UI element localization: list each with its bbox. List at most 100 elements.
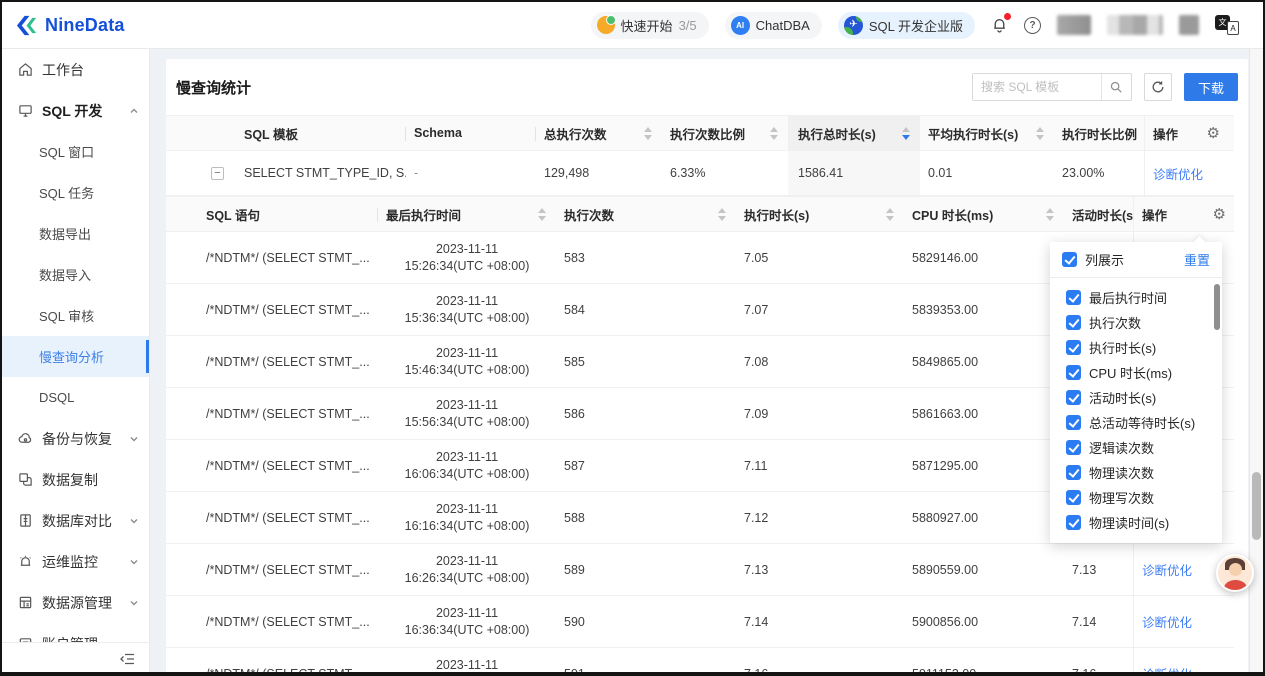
option-checkbox[interactable] <box>1066 390 1081 405</box>
gear-icon[interactable]: ⚙ <box>1207 126 1220 141</box>
sidebar-item-label: 工作台 <box>42 60 84 80</box>
popup-option[interactable]: 物理写次数 <box>1050 485 1222 510</box>
sort-icon[interactable] <box>718 208 726 221</box>
schema-value: - <box>406 151 536 195</box>
sort-icon[interactable] <box>886 208 894 221</box>
sidebar-group-backup-restore[interactable]: 备份与恢复 <box>2 418 149 459</box>
brand-logo[interactable]: NineData <box>16 14 125 37</box>
sidebar-item-slow-query-analysis[interactable]: 慢查询分析 <box>2 336 149 377</box>
col-execution-ratio[interactable]: 执行次数比例 <box>662 116 788 150</box>
collapse-row-button[interactable]: − <box>211 167 224 180</box>
col-avg-duration[interactable]: 平均执行时长(s) <box>920 116 1054 150</box>
col-schema: Schema <box>406 116 536 150</box>
sidebar-item-sql-review[interactable]: SQL 审核 <box>2 295 149 336</box>
search-icon[interactable] <box>1101 74 1131 100</box>
translate-icon[interactable]: 文 A <box>1215 15 1239 35</box>
sidebar-item-sql-task[interactable]: SQL 任务 <box>2 172 149 213</box>
search-input[interactable] <box>973 74 1101 100</box>
scrollbar-thumb[interactable] <box>1252 472 1261 540</box>
sort-icon[interactable] <box>1046 208 1054 221</box>
help-icon[interactable]: ? <box>1024 17 1041 34</box>
col-total-duration[interactable]: 执行总时长(s) <box>788 116 920 150</box>
sql-statement-text[interactable]: /*NDTM*/ (SELECT STMT_... <box>166 388 378 439</box>
sidebar: 工作台 SQL 开发 SQL 窗口 SQL 任务 数据导出 数据导入 SQL 审… <box>2 49 150 674</box>
quick-start-icon <box>597 16 615 34</box>
column-display-checkbox[interactable] <box>1062 252 1077 267</box>
option-checkbox[interactable] <box>1066 465 1081 480</box>
refresh-button[interactable] <box>1144 73 1172 101</box>
col-total-executions[interactable]: 总执行次数 <box>536 116 662 150</box>
collapse-sidebar-icon[interactable] <box>119 652 135 666</box>
cloud-icon <box>18 431 33 446</box>
option-checkbox[interactable] <box>1066 490 1081 505</box>
col-exec-duration[interactable]: 执行时长(s) <box>736 197 904 231</box>
edition-pill[interactable]: ✈ SQL 开发企业版 <box>838 12 975 39</box>
sort-icon[interactable] <box>770 127 778 140</box>
popup-option[interactable]: CPU 时长(ms) <box>1050 360 1222 385</box>
sidebar-item-dsql[interactable]: DSQL <box>2 377 149 418</box>
option-checkbox[interactable] <box>1066 315 1081 330</box>
option-checkbox[interactable] <box>1066 290 1081 305</box>
sidebar-group-db-compare[interactable]: 数据库对比 <box>2 500 149 541</box>
popup-option[interactable]: 物理读次数 <box>1050 460 1222 485</box>
sort-icon[interactable] <box>538 208 546 221</box>
popup-option[interactable]: 总活动等待时长(s) <box>1050 410 1222 435</box>
sidebar-group-datasource[interactable]: 数据源管理 <box>2 582 149 623</box>
popup-option[interactable]: 物理读时间(s) <box>1050 510 1222 535</box>
chevron-down-icon <box>129 516 139 526</box>
diagnose-optimize-link[interactable]: 诊断优化 <box>1142 664 1192 674</box>
sql-statement-text[interactable]: /*NDTM*/ (SELECT STMT_... <box>166 596 378 647</box>
support-avatar[interactable] <box>1216 554 1254 592</box>
popup-option[interactable]: 最后执行时间 <box>1050 285 1222 310</box>
sql-statement-text[interactable]: /*NDTM*/ (SELECT STMT_... <box>166 544 378 595</box>
download-button[interactable]: 下载 <box>1184 73 1238 101</box>
diagnose-optimize-link[interactable]: 诊断优化 <box>1153 164 1203 183</box>
quick-start-pill[interactable]: 快速开始 3/5 <box>591 12 709 39</box>
sql-statement-text[interactable]: /*NDTM*/ (SELECT STMT_... <box>166 440 378 491</box>
datasource-icon <box>18 595 33 610</box>
option-checkbox[interactable] <box>1066 440 1081 455</box>
popup-option[interactable]: 执行次数 <box>1050 310 1222 335</box>
sql-template-text[interactable]: SELECT STMT_TYPE_ID, S... <box>236 151 406 195</box>
sidebar-item-workbench[interactable]: 工作台 <box>2 49 149 90</box>
sidebar-footer <box>2 642 149 674</box>
option-checkbox[interactable] <box>1066 365 1081 380</box>
sql-statement-text[interactable]: /*NDTM*/ (SELECT STMT_... <box>166 284 378 335</box>
sql-statement-text[interactable]: /*NDTM*/ (SELECT STMT_... <box>166 336 378 387</box>
diagnose-optimize-link[interactable]: 诊断优化 <box>1142 560 1192 579</box>
sql-statement-text[interactable]: /*NDTM*/ (SELECT STMT_... <box>166 648 378 674</box>
sql-statement-text[interactable]: /*NDTM*/ (SELECT STMT_... <box>166 492 378 543</box>
sidebar-item-data-export[interactable]: 数据导出 <box>2 213 149 254</box>
option-checkbox[interactable] <box>1066 515 1081 530</box>
sql-statement-text[interactable]: /*NDTM*/ (SELECT STMT_... <box>166 232 378 283</box>
col-inner-actions: 操作⚙ <box>1133 197 1234 231</box>
gear-icon[interactable]: ⚙ <box>1213 207 1226 222</box>
sort-icon[interactable] <box>1036 127 1044 140</box>
sidebar-item-data-replication[interactable]: 数据复制 <box>2 459 149 500</box>
popup-option[interactable]: 执行时长(s) <box>1050 335 1222 360</box>
option-checkbox[interactable] <box>1066 415 1081 430</box>
chevron-down-icon <box>129 434 139 444</box>
diagnose-optimize-link[interactable]: 诊断优化 <box>1142 612 1192 631</box>
popup-scrollbar-thumb[interactable] <box>1214 284 1220 330</box>
sort-icon-active[interactable] <box>902 127 910 140</box>
sql-statement-row: /*NDTM*/ (SELECT STMT_... 2023-11-1116:3… <box>166 596 1234 648</box>
chatdba-pill[interactable]: AI ChatDBA <box>725 12 822 39</box>
sidebar-item-sql-window[interactable]: SQL 窗口 <box>2 131 149 172</box>
sidebar-group-sql-dev[interactable]: SQL 开发 <box>2 90 149 131</box>
col-cpu-time[interactable]: CPU 时长(ms) <box>904 197 1064 231</box>
home-icon <box>18 62 33 77</box>
sort-icon[interactable] <box>644 127 652 140</box>
popup-option[interactable]: 活动时长(s) <box>1050 385 1222 410</box>
col-last-exec-time[interactable]: 最后执行时间 <box>378 197 556 231</box>
sidebar-item-data-import[interactable]: 数据导入 <box>2 254 149 295</box>
notification-bell-icon[interactable] <box>991 16 1008 34</box>
col-exec-count[interactable]: 执行次数 <box>556 197 736 231</box>
avg-duration-value: 0.01 <box>920 151 1054 195</box>
option-checkbox[interactable] <box>1066 340 1081 355</box>
chevron-down-icon <box>129 557 139 567</box>
col-sql-statement: SQL 语句 <box>166 197 378 231</box>
popup-option[interactable]: 逻辑读次数 <box>1050 435 1222 460</box>
reset-link[interactable]: 重置 <box>1184 250 1210 269</box>
sidebar-group-ops-monitor[interactable]: 运维监控 <box>2 541 149 582</box>
